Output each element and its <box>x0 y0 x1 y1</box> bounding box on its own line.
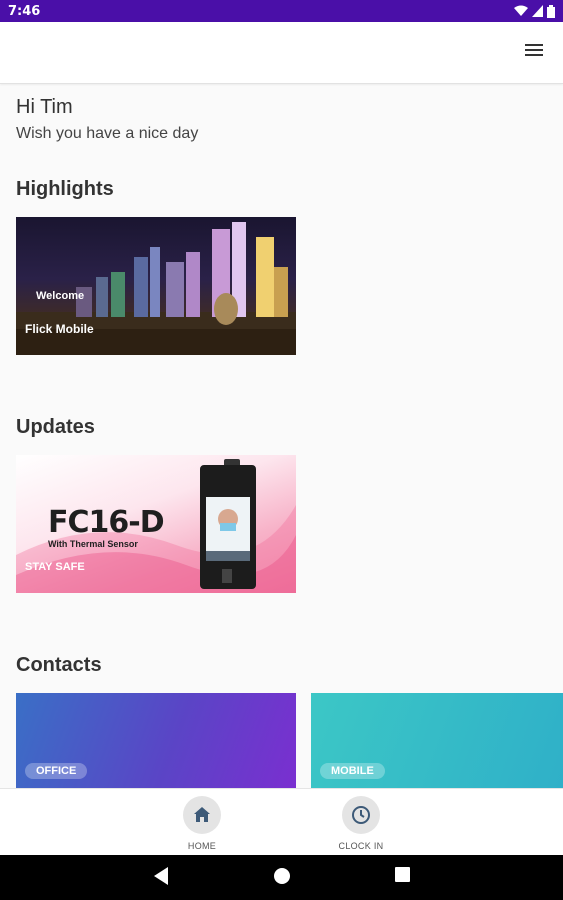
highlight-card-title: Flick Mobile <box>25 322 94 336</box>
battery-icon <box>547 4 555 18</box>
menu-icon[interactable] <box>525 44 543 58</box>
home-button-icon[interactable] <box>273 867 291 885</box>
back-icon[interactable] <box>154 867 168 885</box>
contact-card-mobile[interactable]: MOBILE <box>311 693 563 788</box>
wifi-icon <box>514 5 528 16</box>
clock-icon <box>342 796 380 834</box>
nav-clock-in[interactable]: CLOCK IN <box>326 796 396 851</box>
status-icons <box>514 4 555 18</box>
update-sensor-text: With Thermal Sensor <box>48 539 138 549</box>
updates-heading: Updates <box>16 416 95 438</box>
nav-clock-in-label: CLOCK IN <box>338 841 384 851</box>
home-icon <box>183 796 221 834</box>
highlight-card[interactable]: Welcome Flick Mobile <box>16 217 296 355</box>
status-bar: 7:46 <box>0 0 563 22</box>
update-card[interactable]: FC16-D With Thermal Sensor STAY SAFE <box>16 455 296 593</box>
update-model-text: FC16-D <box>48 505 165 540</box>
greeting-message: Wish you have a nice day <box>16 125 199 142</box>
contact-office-badge: OFFICE <box>25 763 88 779</box>
system-navigation-bar <box>0 855 563 900</box>
nav-home-label: HOME <box>187 841 217 851</box>
greeting-title: Hi Tim <box>16 96 73 118</box>
nav-home[interactable]: HOME <box>167 796 237 851</box>
update-tagline: STAY SAFE <box>25 561 85 573</box>
app-bar <box>0 22 563 84</box>
highlight-welcome-text: Welcome <box>36 290 85 302</box>
signal-icon <box>532 5 543 17</box>
contact-card-office[interactable]: OFFICE <box>16 693 296 788</box>
status-time: 7:46 <box>8 4 41 19</box>
bottom-navigation: HOME CLOCK IN <box>0 788 563 855</box>
contacts-heading: Contacts <box>16 654 102 676</box>
highlights-heading: Highlights <box>16 178 114 200</box>
contact-mobile-badge: MOBILE <box>320 763 385 779</box>
recents-icon[interactable] <box>395 867 410 882</box>
device-image <box>200 459 256 589</box>
